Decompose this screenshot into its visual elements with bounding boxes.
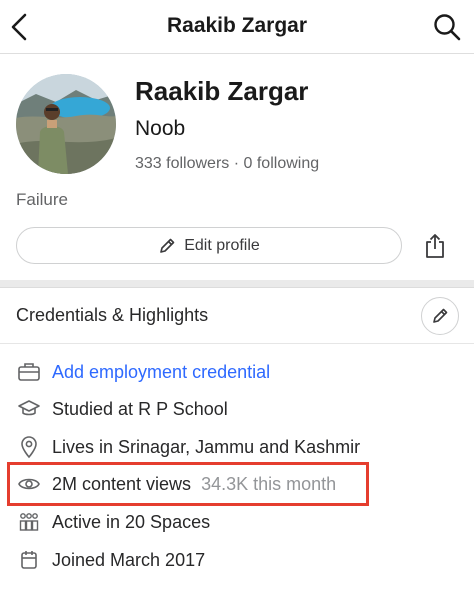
avatar-photo [16,74,116,174]
spaces-text: Active in 20 Spaces [52,511,211,532]
profile-tagline: Noob [135,117,186,140]
graduation-cap-icon [16,396,42,422]
edit-profile-label: Edit profile [184,236,260,254]
divider [0,343,474,344]
credential-employment[interactable]: Add employment credential [16,357,270,387]
location-text: Lives in Srinagar, Jammu and Kashmir [52,436,361,457]
joined-text: Joined March 2017 [52,549,206,570]
credentials-title: Credentials & Highlights [16,305,209,325]
location-pin-icon [16,434,42,460]
avatar[interactable] [16,74,116,174]
calendar-icon [16,547,42,573]
follow-stats: 333 followers · 0 following [135,155,319,173]
pencil-icon [160,238,175,253]
profile-name: Raakib Zargar [135,76,309,106]
edit-credentials-button[interactable] [421,297,459,335]
credential-location[interactable]: Lives in Srinagar, Jammu and Kashmir [16,432,360,462]
highlight-box [7,462,369,506]
education-text: Studied at R P School [52,398,228,419]
add-employment-link[interactable]: Add employment credential [52,362,270,383]
section-divider [0,280,474,288]
followers-link[interactable]: 333 followers [135,155,229,172]
pencil-icon [433,308,448,323]
spaces-icon [16,509,42,535]
credential-joined[interactable]: Joined March 2017 [16,545,205,575]
top-bar: Raakib Zargar [0,0,474,54]
page-title: Raakib Zargar [166,14,308,37]
profile-bio: Failure [16,190,68,209]
briefcase-icon [16,359,42,385]
separator-dot: · [233,155,240,172]
share-icon [426,234,444,258]
credential-education[interactable]: Studied at R P School [16,394,228,424]
credential-spaces[interactable]: Active in 20 Spaces [16,507,210,537]
search-button[interactable] [432,11,462,43]
edit-profile-button[interactable]: Edit profile [16,227,402,264]
following-link[interactable]: 0 following [244,155,320,172]
search-icon [434,14,461,41]
share-button[interactable] [420,230,450,262]
